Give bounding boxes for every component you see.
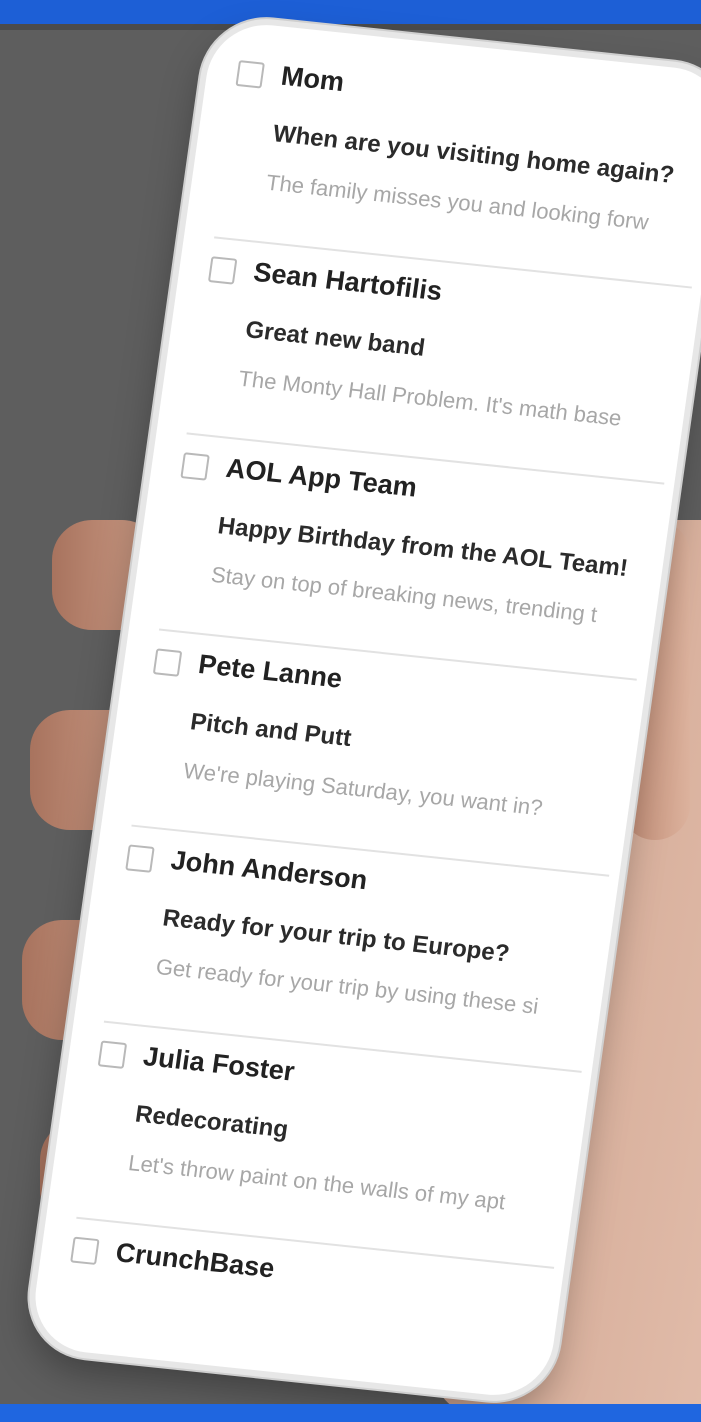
email-sender: Pete Lanne bbox=[196, 648, 345, 694]
select-checkbox[interactable] bbox=[70, 1236, 100, 1265]
email-subject: Great new band bbox=[243, 316, 427, 362]
select-checkbox[interactable] bbox=[152, 648, 183, 677]
email-preview: Let's throw paint on the walls of my apt bbox=[126, 1150, 507, 1215]
email-subject: Redecorating bbox=[133, 1100, 290, 1144]
select-checkbox[interactable] bbox=[207, 256, 238, 285]
email-sender: Sean Hartofilis bbox=[251, 256, 445, 307]
select-checkbox[interactable] bbox=[235, 60, 265, 89]
email-sender: Mom bbox=[279, 60, 347, 98]
top-band bbox=[0, 0, 701, 24]
email-sender: Julia Foster bbox=[141, 1041, 297, 1087]
email-sender: AOL App Team bbox=[224, 452, 419, 503]
email-subject: Pitch and Putt bbox=[188, 708, 353, 752]
select-checkbox[interactable] bbox=[125, 844, 155, 873]
top-rule bbox=[0, 24, 701, 30]
select-checkbox[interactable] bbox=[180, 452, 210, 481]
email-sender: CrunchBase bbox=[113, 1237, 277, 1284]
email-sender: John Anderson bbox=[169, 845, 370, 896]
email-preview: The Monty Hall Problem. It's math base bbox=[237, 365, 624, 431]
email-preview bbox=[103, 1346, 571, 1395]
email-preview: Get ready for your trip by using these s… bbox=[154, 953, 540, 1019]
bottom-band bbox=[0, 1404, 701, 1422]
select-checkbox[interactable] bbox=[97, 1040, 128, 1069]
email-preview: We're playing Saturday, you want in? bbox=[181, 757, 545, 821]
